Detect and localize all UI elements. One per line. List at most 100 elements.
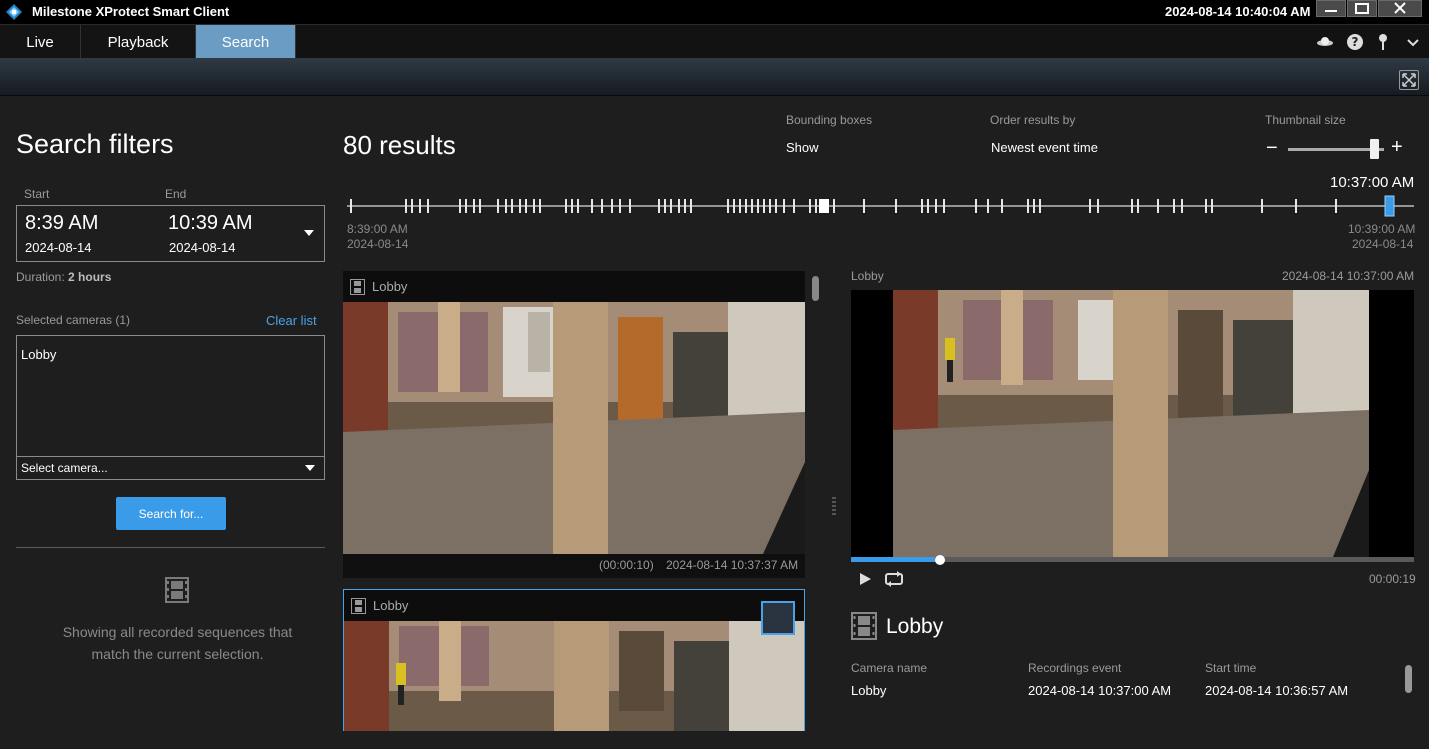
details-scrollbar[interactable] — [1405, 665, 1412, 693]
timeline-result-tick[interactable] — [733, 199, 735, 213]
timeline-result-tick[interactable] — [465, 199, 467, 213]
timeline-result-tick[interactable] — [427, 199, 429, 213]
timeline-result-tick[interactable] — [591, 199, 593, 213]
results-timeline[interactable] — [347, 194, 1414, 220]
timeline-result-tick[interactable] — [1001, 199, 1003, 213]
timeline-result-tick[interactable] — [935, 199, 937, 213]
select-camera-dropdown[interactable]: Select camera... — [16, 456, 325, 480]
timeline-result-tick[interactable] — [1089, 199, 1091, 213]
status-icon[interactable] — [1316, 33, 1334, 51]
maximize-button[interactable] — [1347, 0, 1377, 17]
result-tile[interactable]: Lobby — [343, 589, 805, 731]
timeline-result-tick[interactable] — [473, 199, 475, 213]
timeline-result-tick[interactable] — [727, 199, 729, 213]
camera-list-item[interactable]: Lobby — [21, 347, 56, 362]
timeline-result-tick[interactable] — [819, 199, 829, 213]
help-icon[interactable]: ? — [1346, 33, 1364, 51]
timeline-result-tick[interactable] — [745, 199, 747, 213]
timeline-result-tick[interactable] — [815, 199, 817, 213]
loop-icon[interactable] — [884, 570, 904, 588]
timeline-result-tick[interactable] — [611, 199, 613, 213]
timeline-selection-marker[interactable] — [1384, 195, 1395, 217]
timeline-result-tick[interactable] — [921, 199, 923, 213]
close-button[interactable] — [1378, 0, 1422, 17]
timeline-result-tick[interactable] — [1205, 199, 1207, 213]
order-results-select[interactable]: Newest event time — [991, 140, 1098, 155]
tab-live[interactable]: Live — [0, 25, 81, 59]
timeline-result-tick[interactable] — [1137, 199, 1139, 213]
timeline-result-tick[interactable] — [533, 199, 535, 213]
timeline-result-tick[interactable] — [629, 199, 631, 213]
timeline-result-tick[interactable] — [1157, 199, 1159, 213]
timeline-result-tick[interactable] — [479, 199, 481, 213]
timeline-result-tick[interactable] — [664, 199, 666, 213]
timeline-result-tick[interactable] — [751, 199, 753, 213]
timeline-result-tick[interactable] — [1173, 199, 1175, 213]
timeline-result-tick[interactable] — [927, 199, 929, 213]
timeline-result-tick[interactable] — [678, 199, 680, 213]
timeline-result-tick[interactable] — [684, 199, 686, 213]
timeline-result-tick[interactable] — [571, 199, 573, 213]
timeline-result-tick[interactable] — [519, 199, 521, 213]
timeline-result-tick[interactable] — [511, 199, 513, 213]
timeline-result-tick[interactable] — [1039, 199, 1041, 213]
thumbnail-larger-button[interactable]: + — [1391, 137, 1403, 157]
timeline-result-tick[interactable] — [619, 199, 621, 213]
fullscreen-button[interactable] — [1399, 70, 1419, 90]
result-tile[interactable]: Lobby (00:00:10) 2024-08-14 10:37:37 AM — [343, 271, 805, 578]
tab-playback[interactable]: Playback — [81, 25, 196, 59]
timeline-result-tick[interactable] — [1027, 199, 1029, 213]
timeline-result-tick[interactable] — [1211, 199, 1213, 213]
timeline-result-tick[interactable] — [670, 199, 672, 213]
pin-icon[interactable] — [1374, 33, 1392, 51]
results-scrollbar[interactable] — [812, 276, 819, 301]
timeline-result-tick[interactable] — [809, 199, 811, 213]
timeline-result-tick[interactable] — [525, 199, 527, 213]
timeline-result-tick[interactable] — [793, 199, 795, 213]
timeline-result-tick[interactable] — [497, 199, 499, 213]
timeline-result-tick[interactable] — [565, 199, 567, 213]
thumbnail-smaller-button[interactable]: − — [1266, 138, 1278, 158]
chevron-down-icon[interactable] — [1404, 33, 1422, 51]
timeline-result-tick[interactable] — [577, 199, 579, 213]
preview-video[interactable] — [851, 290, 1414, 557]
timeline-result-tick[interactable] — [833, 199, 835, 213]
timeline-result-tick[interactable] — [775, 199, 777, 213]
timeline-result-tick[interactable] — [757, 199, 759, 213]
time-range-selector[interactable]: 8:39 AM 2024-08-14 10:39 AM 2024-08-14 — [16, 205, 325, 262]
timeline-result-tick[interactable] — [863, 199, 865, 213]
timeline-result-tick[interactable] — [783, 199, 785, 213]
timeline-result-tick[interactable] — [1181, 199, 1183, 213]
timeline-result-tick[interactable] — [895, 199, 897, 213]
play-icon[interactable] — [857, 571, 873, 587]
result-select-checkbox[interactable] — [761, 601, 795, 635]
timeline-result-tick[interactable] — [505, 199, 507, 213]
timeline-result-tick[interactable] — [459, 199, 461, 213]
minimize-button[interactable] — [1316, 0, 1346, 17]
timeline-result-tick[interactable] — [350, 199, 352, 213]
timeline-result-tick[interactable] — [658, 199, 660, 213]
timeline-result-tick[interactable] — [405, 199, 407, 213]
timeline-result-tick[interactable] — [987, 199, 989, 213]
timeline-result-tick[interactable] — [539, 199, 541, 213]
search-for-button[interactable]: Search for... — [116, 497, 226, 530]
timeline-result-tick[interactable] — [763, 199, 765, 213]
timeline-result-tick[interactable] — [1335, 199, 1337, 213]
panel-splitter-handle[interactable] — [832, 496, 836, 516]
bounding-boxes-select[interactable]: Show — [786, 140, 819, 155]
clear-list-link[interactable]: Clear list — [266, 313, 317, 328]
timeline-result-tick[interactable] — [690, 199, 692, 213]
preview-scrub-handle[interactable] — [935, 555, 945, 565]
timeline-result-tick[interactable] — [1131, 199, 1133, 213]
timeline-result-tick[interactable] — [411, 199, 413, 213]
timeline-result-tick[interactable] — [943, 199, 945, 213]
timeline-result-tick[interactable] — [1295, 199, 1297, 213]
timeline-result-tick[interactable] — [769, 199, 771, 213]
thumbnail-size-handle[interactable] — [1370, 139, 1380, 159]
timeline-result-tick[interactable] — [419, 199, 421, 213]
tab-search[interactable]: Search — [196, 25, 296, 59]
timeline-result-tick[interactable] — [739, 199, 741, 213]
timeline-result-tick[interactable] — [1097, 199, 1099, 213]
timeline-result-tick[interactable] — [975, 199, 977, 213]
timeline-result-tick[interactable] — [1261, 199, 1263, 213]
